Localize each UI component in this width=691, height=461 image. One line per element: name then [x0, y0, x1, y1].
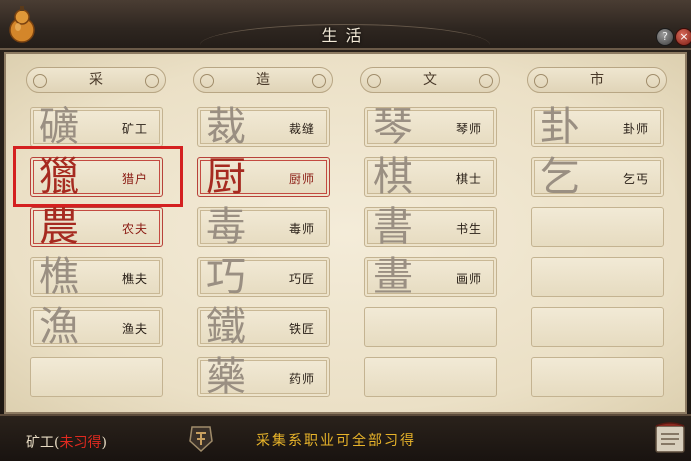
skill-label: 画师	[455, 272, 482, 286]
selected-skill-info: 矿工(未习得)	[26, 432, 107, 452]
skill-slot[interactable]: 農 农夫	[30, 204, 163, 250]
book-icon[interactable]	[653, 420, 687, 456]
skill-glyph: 棋	[373, 154, 413, 200]
skill-glyph: 礦	[39, 104, 79, 150]
skill-slot[interactable]: 書 书生	[364, 204, 497, 250]
empty-skill-slot[interactable]	[531, 207, 664, 247]
gourd-icon	[9, 6, 35, 43]
skill-label: 棋士	[455, 172, 482, 186]
empty-skill-slot[interactable]	[364, 357, 497, 397]
skill-label: 乞丐	[622, 172, 649, 186]
help-button[interactable]: ?	[656, 28, 674, 46]
skill-label: 琴师	[455, 122, 482, 136]
skill-slot[interactable]: 卦 卦师	[531, 104, 664, 150]
paren-close: )	[101, 435, 107, 451]
skill-slot[interactable]: 棋 棋士	[364, 154, 497, 200]
empty-skill-slot[interactable]	[531, 257, 664, 297]
column-header: 文	[360, 67, 500, 93]
skill-slot[interactable]: 厨 厨师	[197, 154, 330, 200]
skill-glyph: 卦	[540, 104, 580, 150]
skill-glyph: 畫	[373, 254, 413, 300]
skill-glyph: 農	[39, 204, 79, 250]
skill-slot[interactable]: 礦 矿工	[30, 104, 163, 150]
skill-glyph: 乞	[540, 154, 580, 200]
empty-skill-slot[interactable]	[531, 307, 664, 347]
skill-label: 铁匠	[288, 322, 315, 336]
skill-glyph: 裁	[206, 104, 246, 150]
skill-slot[interactable]: 鐵 铁匠	[197, 304, 330, 350]
skill-slot[interactable]: 巧 巧匠	[197, 254, 330, 300]
skill-label: 卦师	[622, 122, 649, 136]
skill-slot[interactable]: 毒 毒师	[197, 204, 330, 250]
title-bar[interactable]: 生活	[0, 0, 691, 50]
skill-status: 未习得	[59, 435, 102, 451]
skill-slot[interactable]: 裁 裁缝	[197, 104, 330, 150]
skill-slot[interactable]: 樵 樵夫	[30, 254, 163, 300]
empty-skill-slot[interactable]	[531, 357, 664, 397]
selected-skill-name: 矿工	[26, 435, 54, 451]
skill-glyph: 鐵	[206, 304, 246, 350]
skill-glyph: 書	[373, 204, 413, 250]
column-header: 造	[193, 67, 333, 93]
skill-label: 巧匠	[288, 272, 315, 286]
skill-glyph: 漁	[39, 304, 79, 350]
skill-slot[interactable]: 藥 药师	[197, 354, 330, 400]
skill-label: 裁缝	[288, 122, 315, 136]
skill-label: 樵夫	[121, 272, 148, 286]
column-header: 采	[26, 67, 166, 93]
skill-glyph: 樵	[39, 254, 79, 300]
skill-glyph: 藥	[206, 354, 246, 400]
skill-slot[interactable]: 琴 琴师	[364, 104, 497, 150]
window-title: 生活	[321, 26, 370, 45]
skill-label: 药师	[288, 372, 315, 386]
skill-seal-icon[interactable]	[186, 423, 216, 453]
skill-label: 厨师	[288, 172, 315, 186]
skill-label: 农夫	[121, 222, 148, 236]
footer-hint: 采集系职业可全部习得	[256, 433, 416, 449]
skill-label: 毒师	[288, 222, 315, 236]
skill-glyph: 巧	[206, 254, 246, 300]
skill-label: 渔夫	[121, 322, 148, 336]
close-button[interactable]: ×	[675, 28, 691, 46]
skill-label: 书生	[455, 222, 482, 236]
skill-glyph: 琴	[373, 104, 413, 150]
column-header: 市	[527, 67, 667, 93]
skill-slot[interactable]: 乞 乞丐	[531, 154, 664, 200]
skill-slot[interactable]: 漁 渔夫	[30, 304, 163, 350]
skill-slot[interactable]: 畫 画师	[364, 254, 497, 300]
skill-label: 矿工	[121, 122, 148, 136]
empty-skill-slot[interactable]	[30, 357, 163, 397]
skill-glyph: 毒	[206, 204, 246, 250]
skill-glyph: 厨	[206, 154, 246, 200]
selection-highlight	[13, 146, 183, 207]
empty-skill-slot[interactable]	[364, 307, 497, 347]
